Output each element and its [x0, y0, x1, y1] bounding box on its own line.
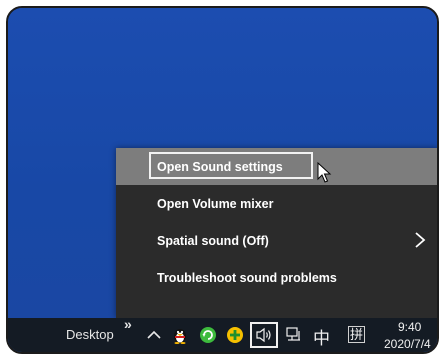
desktop-toolbar-label[interactable]: Desktop: [66, 327, 114, 342]
toolbar-overflow-chevron[interactable]: »: [124, 316, 132, 332]
taskbar: Desktop » 中 拼 9:40 2020/7/4: [8, 316, 437, 352]
menu-item-spatial-sound[interactable]: Spatial sound (Off): [116, 222, 437, 259]
menu-item-label: Open Volume mixer: [157, 196, 274, 211]
screen-frame: Open Sound settings Open Volume mixer Sp…: [6, 6, 439, 354]
menu-item-open-sound-settings[interactable]: Open Sound settings: [116, 148, 437, 185]
menu-item-troubleshoot-sound[interactable]: Troubleshoot sound problems: [116, 259, 437, 296]
volume-tray-button[interactable]: [250, 322, 278, 348]
yellow-plus-app-icon[interactable]: [226, 326, 244, 344]
ime-layout-indicator[interactable]: 拼: [348, 326, 365, 343]
menu-item-label: Spatial sound (Off): [157, 233, 269, 248]
clock-date[interactable]: 2020/7/4: [384, 337, 431, 351]
show-hidden-icons-icon[interactable]: [145, 326, 163, 344]
menu-item-open-volume-mixer[interactable]: Open Volume mixer: [116, 185, 437, 222]
sound-context-menu: Open Sound settings Open Volume mixer Sp…: [116, 148, 437, 318]
network-icon[interactable]: [285, 326, 303, 344]
menu-item-label: Troubleshoot sound problems: [157, 270, 337, 285]
green-refresh-app-icon[interactable]: [199, 326, 217, 344]
menu-item-label: Open Sound settings: [157, 159, 283, 174]
ime-mode-indicator[interactable]: 中: [313, 324, 330, 349]
speaker-volume-icon: [256, 327, 271, 343]
qq-penguin-icon[interactable]: [171, 326, 189, 344]
clock-time[interactable]: 9:40: [398, 320, 421, 334]
mouse-pointer-icon: [317, 162, 332, 183]
chevron-right-icon: [415, 232, 426, 248]
